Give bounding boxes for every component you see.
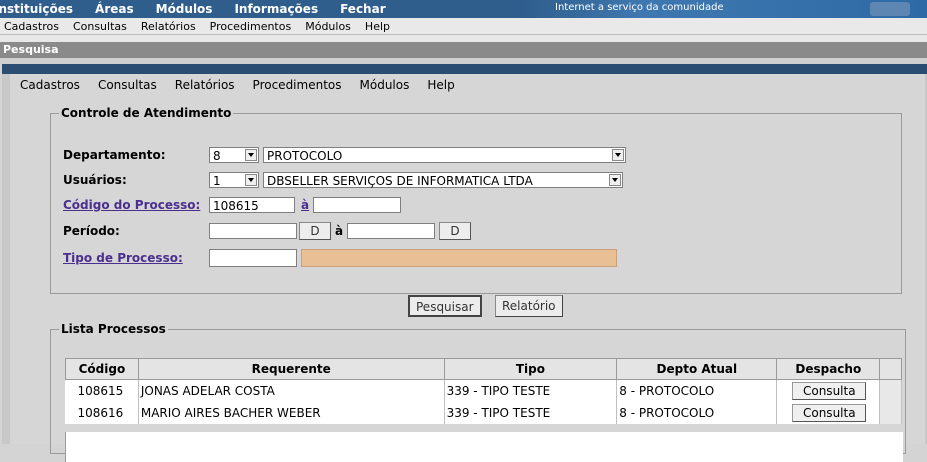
periodo-label: Período: xyxy=(63,224,120,238)
tagline: Internet a serviço da comunidade xyxy=(555,2,724,13)
periodo-to-input[interactable] xyxy=(347,223,435,239)
codigo-processo-link[interactable]: Código do Processo: xyxy=(63,198,200,212)
sub-menu-help[interactable]: Help xyxy=(365,20,390,33)
cell-scroll xyxy=(879,379,902,402)
sub-menu-procedimentos[interactable]: Procedimentos xyxy=(210,20,292,33)
cell-scroll xyxy=(879,402,902,424)
periodo-to-date-button[interactable]: D xyxy=(439,222,471,240)
top-menu-bar: Internet a serviço da comunidade Institu… xyxy=(0,0,927,18)
consulta-button[interactable]: Consulta xyxy=(792,382,867,400)
sub-menu-cadastros[interactable]: Cadastros xyxy=(4,20,59,33)
spacer xyxy=(0,35,927,42)
sub-menu-consultas[interactable]: Consultas xyxy=(73,20,127,33)
inner-menu-procedimentos[interactable]: Procedimentos xyxy=(253,78,342,92)
top-menu-modulos[interactable]: Módulos xyxy=(156,2,213,16)
table-row[interactable]: 108615 JONAS ADELAR COSTA 339 - TIPO TES… xyxy=(65,379,902,402)
sub-menu-relatorios[interactable]: Relatórios xyxy=(141,20,196,33)
cell-requerente: MARIO AIRES BACHER WEBER xyxy=(138,402,445,424)
inner-menu-cadastros[interactable]: Cadastros xyxy=(20,78,80,92)
usuario-name-value: DBSELLER SERVIÇOS DE INFORMATICA LTDA xyxy=(267,174,533,188)
logo-image xyxy=(870,2,910,16)
inner-menu-consultas[interactable]: Consultas xyxy=(98,78,157,92)
inner-menu-help[interactable]: Help xyxy=(427,78,454,92)
processos-table: Código Requerente Tipo Depto Atual Despa… xyxy=(65,358,902,424)
column-header-codigo[interactable]: Código xyxy=(65,358,139,380)
table-header-row: Código Requerente Tipo Depto Atual Despa… xyxy=(65,358,902,380)
chevron-down-icon[interactable] xyxy=(612,149,624,161)
periodo-a-text: à xyxy=(335,224,344,238)
chevron-down-icon[interactable] xyxy=(245,174,257,186)
table-empty-area xyxy=(65,432,903,462)
chevron-down-icon[interactable] xyxy=(609,174,621,186)
cell-codigo: 108616 xyxy=(65,402,139,424)
codigo-processo-to-input[interactable] xyxy=(313,197,401,213)
departamento-name-select[interactable]: PROTOCOLO xyxy=(263,147,626,163)
sub-menu: Cadastros Consultas Relatórios Procedimento… xyxy=(0,18,927,35)
pesquisa-title: Pesquisa xyxy=(3,43,59,56)
consulta-button[interactable]: Consulta xyxy=(792,404,867,422)
column-header-despacho[interactable]: Despacho xyxy=(776,358,881,380)
chevron-down-icon[interactable] xyxy=(245,149,257,161)
cell-tipo: 339 - TIPO TESTE xyxy=(444,379,618,402)
controle-atendimento-legend: Controle de Atendimento xyxy=(61,106,232,120)
usuario-code-select[interactable]: 1 xyxy=(209,172,259,188)
frame-ghost-header xyxy=(2,64,927,74)
sub-menu-modulos[interactable]: Módulos xyxy=(305,20,351,33)
inner-menu-modulos[interactable]: Módulos xyxy=(360,78,410,92)
cell-depto: 8 - PROTOCOLO xyxy=(616,402,778,424)
pesquisa-title-bar: Pesquisa xyxy=(0,42,927,58)
cell-despacho: Consulta xyxy=(776,379,881,402)
codigo-ate-link[interactable]: à xyxy=(301,198,309,212)
controle-atendimento-fieldset: Controle de Atendimento Departamento: 8 … xyxy=(50,106,902,294)
pesquisar-button[interactable]: Pesquisar xyxy=(408,295,482,317)
top-menu-areas[interactable]: Áreas xyxy=(95,2,134,16)
lista-processos-legend: Lista Processos xyxy=(61,322,166,336)
usuario-code-value: 1 xyxy=(213,174,221,188)
top-menu-fechar[interactable]: Fechar xyxy=(340,2,386,16)
inner-menu: Cadastros Consultas Relatórios Procedimento… xyxy=(10,74,925,96)
top-menu-instituicoes[interactable]: Instituições xyxy=(0,2,73,16)
usuarios-label: Usuários: xyxy=(63,173,127,187)
cell-depto: 8 - PROTOCOLO xyxy=(616,379,778,402)
tipo-processo-input[interactable] xyxy=(209,249,297,267)
cell-tipo: 339 - TIPO TESTE xyxy=(444,402,618,424)
top-menu-informacoes[interactable]: Informações xyxy=(234,2,318,16)
departamento-name-value: PROTOCOLO xyxy=(267,149,343,163)
inner-menu-relatorios[interactable]: Relatórios xyxy=(175,78,235,92)
lista-processos-fieldset: Lista Processos Código Requerente Tipo D… xyxy=(50,322,906,462)
relatorio-button[interactable]: Relatório xyxy=(495,295,563,317)
tipo-processo-description xyxy=(301,249,617,267)
column-header-tipo[interactable]: Tipo xyxy=(443,358,618,380)
top-menu: Instituições Áreas Módulos Informações Fecha… xyxy=(0,0,408,18)
cell-despacho: Consulta xyxy=(776,402,881,424)
cell-codigo: 108615 xyxy=(65,379,139,402)
departamento-code-select[interactable]: 8 xyxy=(209,147,259,163)
cell-requerente: JONAS ADELAR COSTA xyxy=(138,379,445,402)
departamento-code-value: 8 xyxy=(213,149,221,163)
table-row[interactable]: 108616 MARIO AIRES BACHER WEBER 339 - TI… xyxy=(65,402,902,424)
column-header-depto-atual[interactable]: Depto Atual xyxy=(616,358,778,380)
frame-content: Cadastros Consultas Relatórios Procedimento… xyxy=(10,74,925,462)
column-header-requerente[interactable]: Requerente xyxy=(137,358,445,380)
tipo-processo-link[interactable]: Tipo de Processo: xyxy=(63,251,183,265)
codigo-processo-input[interactable]: 108615 xyxy=(209,197,295,213)
periodo-from-date-button[interactable]: D xyxy=(299,222,331,240)
departamento-label: Departamento: xyxy=(63,148,166,162)
column-header-spacer xyxy=(879,358,902,380)
usuario-name-select[interactable]: DBSELLER SERVIÇOS DE INFORMATICA LTDA xyxy=(263,172,623,188)
periodo-from-input[interactable] xyxy=(209,223,297,239)
inner-frame: Cadastros Consultas Relatórios Procedimento… xyxy=(2,64,927,462)
